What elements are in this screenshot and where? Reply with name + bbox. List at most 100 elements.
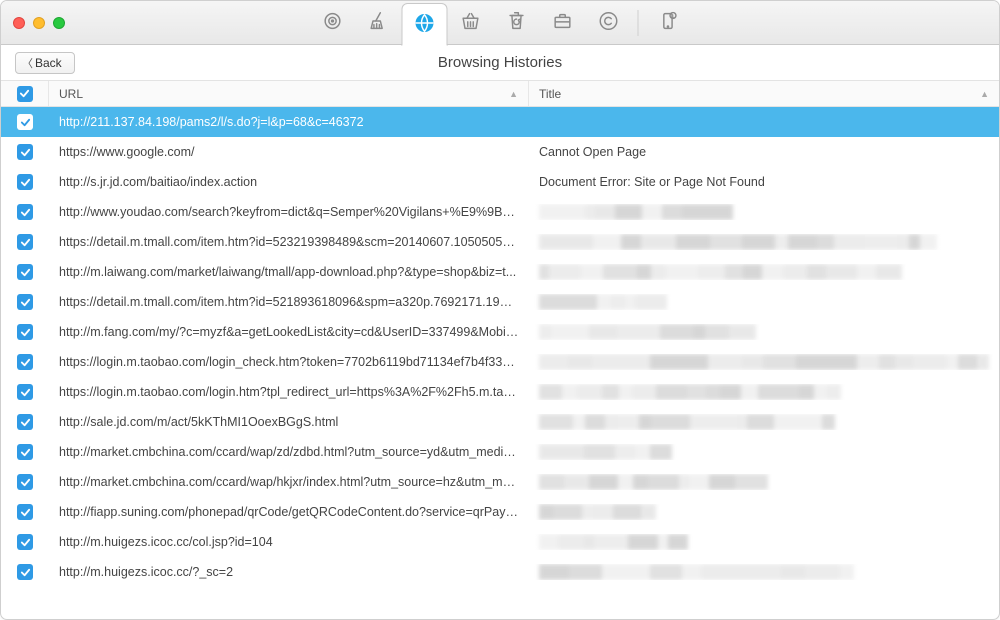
- cell-checkbox: [1, 384, 49, 400]
- redacted-title: [539, 564, 989, 580]
- titlebar: 1: [1, 1, 999, 45]
- cell-title: [529, 354, 999, 370]
- table-row[interactable]: https://login.m.taobao.com/login_check.h…: [1, 347, 999, 377]
- redacted-title: [539, 324, 989, 340]
- cell-url: http://s.jr.jd.com/baitiao/index.action: [49, 175, 529, 189]
- cell-url: http://211.137.84.198/pams2/l/s.do?j=l&p…: [49, 115, 529, 129]
- row-checkbox[interactable]: [17, 204, 33, 220]
- sort-indicator-icon: ▲: [509, 89, 518, 99]
- column-header-url[interactable]: URL ▲: [49, 81, 529, 106]
- cell-title: [529, 264, 999, 280]
- cell-url: http://www.youdao.com/search?keyfrom=dic…: [49, 205, 529, 219]
- table-row[interactable]: http://m.fang.com/my/?c=myzf&a=getLooked…: [1, 317, 999, 347]
- toolbar-tab-broom[interactable]: [356, 1, 402, 45]
- table-row[interactable]: http://211.137.84.198/pams2/l/s.do?j=l&p…: [1, 107, 999, 137]
- toolbar-tab-briefcase[interactable]: [540, 1, 586, 45]
- window-controls: [13, 17, 65, 29]
- cell-url: https://www.google.com/: [49, 145, 529, 159]
- target-icon: [322, 10, 344, 35]
- row-checkbox[interactable]: [17, 474, 33, 490]
- row-checkbox[interactable]: [17, 294, 33, 310]
- cell-title: [529, 504, 999, 520]
- cell-checkbox: [1, 204, 49, 220]
- cell-checkbox: [1, 294, 49, 310]
- row-checkbox[interactable]: [17, 414, 33, 430]
- row-checkbox[interactable]: [17, 264, 33, 280]
- row-url: https://www.google.com/: [59, 145, 194, 159]
- row-checkbox[interactable]: [17, 114, 33, 130]
- table-row[interactable]: http://s.jr.jd.com/baitiao/index.action D…: [1, 167, 999, 197]
- row-url: http://m.fang.com/my/?c=myzf&a=getLooked…: [59, 325, 526, 339]
- row-checkbox[interactable]: [17, 564, 33, 580]
- redacted-title: [539, 534, 989, 550]
- row-checkbox[interactable]: [17, 354, 33, 370]
- table-row[interactable]: http://market.cmbchina.com/ccard/wap/hkj…: [1, 467, 999, 497]
- column-label: URL: [59, 87, 83, 101]
- table-body: http://211.137.84.198/pams2/l/s.do?j=l&p…: [1, 107, 999, 619]
- row-url: http://m.laiwang.com/market/laiwang/tmal…: [59, 265, 516, 279]
- table-row[interactable]: http://m.huigezs.icoc.cc/col.jsp?id=104: [1, 527, 999, 557]
- cell-title: [529, 564, 999, 580]
- table-row[interactable]: http://m.laiwang.com/market/laiwang/tmal…: [1, 257, 999, 287]
- cell-title: [529, 384, 999, 400]
- zoom-window-button[interactable]: [53, 17, 65, 29]
- toolbar-tab-copyright[interactable]: [586, 1, 632, 45]
- cell-title: [529, 534, 999, 550]
- row-url: http://fiapp.suning.com/phonepad/qrCode/…: [59, 505, 524, 519]
- row-checkbox[interactable]: [17, 144, 33, 160]
- toolbar-tab-target[interactable]: [310, 1, 356, 45]
- cell-url: https://detail.m.tmall.com/item.htm?id=5…: [49, 235, 529, 249]
- redacted-title: [539, 504, 989, 520]
- cell-checkbox: [1, 414, 49, 430]
- row-checkbox[interactable]: [17, 534, 33, 550]
- toolbar-tab-phone-badge[interactable]: 1: [645, 1, 691, 45]
- table-row[interactable]: http://www.youdao.com/search?keyfrom=dic…: [1, 197, 999, 227]
- toolbar-tab-basket[interactable]: [448, 1, 494, 45]
- table-row[interactable]: https://www.google.com/Cannot Open Page: [1, 137, 999, 167]
- toolbar-tab-recycle[interactable]: [494, 1, 540, 45]
- master-checkbox[interactable]: [17, 86, 33, 102]
- row-url: http://s.jr.jd.com/baitiao/index.action: [59, 175, 257, 189]
- row-checkbox[interactable]: [17, 174, 33, 190]
- table-row[interactable]: http://market.cmbchina.com/ccard/wap/zd/…: [1, 437, 999, 467]
- redacted-title: [539, 474, 989, 490]
- briefcase-icon: [552, 10, 574, 35]
- table-row[interactable]: http://fiapp.suning.com/phonepad/qrCode/…: [1, 497, 999, 527]
- table-row[interactable]: https://detail.m.tmall.com/item.htm?id=5…: [1, 227, 999, 257]
- row-checkbox[interactable]: [17, 324, 33, 340]
- row-checkbox[interactable]: [17, 384, 33, 400]
- row-checkbox[interactable]: [17, 504, 33, 520]
- redacted-title: [539, 384, 989, 400]
- basket-icon: [460, 10, 482, 35]
- cell-checkbox: [1, 504, 49, 520]
- recycle-icon: [506, 10, 528, 35]
- table-row[interactable]: http://m.huigezs.icoc.cc/?_sc=2: [1, 557, 999, 587]
- table-row[interactable]: http://sale.jd.com/m/act/5kKThMI1OoexBGg…: [1, 407, 999, 437]
- cell-url: http://m.fang.com/my/?c=myzf&a=getLooked…: [49, 325, 529, 339]
- cell-checkbox: [1, 474, 49, 490]
- back-button[interactable]: 〈 Back: [15, 52, 75, 74]
- cell-url: https://login.m.taobao.com/login_check.h…: [49, 355, 529, 369]
- row-url: https://detail.m.tmall.com/item.htm?id=5…: [59, 235, 527, 249]
- cell-title: Document Error: Site or Page Not Found: [529, 175, 999, 189]
- row-checkbox[interactable]: [17, 234, 33, 250]
- row-checkbox[interactable]: [17, 444, 33, 460]
- table-row[interactable]: https://login.m.taobao.com/login.htm?tpl…: [1, 377, 999, 407]
- page-title: Browsing Histories: [438, 54, 562, 71]
- column-header-title[interactable]: Title ▲: [529, 81, 999, 106]
- row-url: https://login.m.taobao.com/login_check.h…: [59, 355, 520, 369]
- cell-title: [529, 474, 999, 490]
- cell-checkbox: [1, 534, 49, 550]
- table-row[interactable]: https://detail.m.tmall.com/item.htm?id=5…: [1, 287, 999, 317]
- cell-checkbox: [1, 444, 49, 460]
- column-header-checkbox[interactable]: [1, 81, 49, 106]
- phone-badge-icon: 1: [657, 10, 679, 35]
- cell-url: https://detail.m.tmall.com/item.htm?id=5…: [49, 295, 529, 309]
- cell-checkbox: [1, 114, 49, 130]
- toolbar-separator: [638, 10, 639, 36]
- minimize-window-button[interactable]: [33, 17, 45, 29]
- cell-url: http://m.huigezs.icoc.cc/col.jsp?id=104: [49, 535, 529, 549]
- row-url: http://m.huigezs.icoc.cc/col.jsp?id=104: [59, 535, 273, 549]
- toolbar-tab-globe[interactable]: [402, 3, 448, 46]
- close-window-button[interactable]: [13, 17, 25, 29]
